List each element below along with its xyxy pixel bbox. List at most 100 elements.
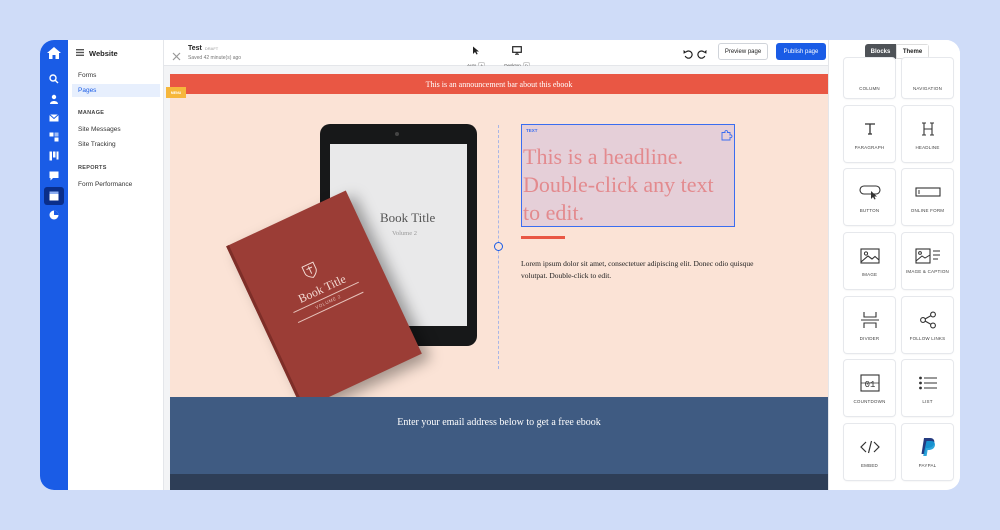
block-follow-links[interactable]: FOLLOW LINKS <box>902 297 953 353</box>
app-window: Website Forms Pages MANAGE Site Messages… <box>40 40 960 490</box>
icon-rail <box>40 40 68 490</box>
home-icon[interactable] <box>45 45 63 61</box>
search-icon[interactable] <box>47 72 61 86</box>
share-icon <box>902 309 953 331</box>
tab-theme[interactable]: Theme <box>896 44 929 59</box>
paragraph-icon <box>844 118 895 140</box>
sidebar-item-pages[interactable]: Pages <box>72 84 160 97</box>
tab-blocks[interactable]: Blocks <box>865 44 896 59</box>
block-label: COLUMN <box>859 86 880 91</box>
section-manage: MANAGE <box>78 110 105 116</box>
block-label: EMBED <box>860 463 878 468</box>
sidebar-item-site-messages[interactable]: Site Messages <box>72 123 160 136</box>
section-reports: REPORTS <box>78 165 107 171</box>
divider-icon <box>844 309 895 331</box>
draft-badge: DRAFT <box>204 46 219 51</box>
website-menu-icon <box>76 48 84 58</box>
block-online-form[interactable]: ONLINE FORM <box>902 169 953 225</box>
reports-icon[interactable] <box>47 208 61 222</box>
headline[interactable]: This is a headline. Double-click any tex… <box>523 143 735 227</box>
headline-text-block[interactable]: TEXT This is a headline. Double-click an… <box>521 124 735 227</box>
block-label: COUNTDOWN <box>853 399 886 404</box>
footer-section[interactable] <box>170 474 828 490</box>
block-column[interactable]: COLUMN <box>844 58 895 98</box>
viewport-auto-button[interactable]: AutoA <box>456 42 496 69</box>
cursor-icon <box>473 46 479 55</box>
blocks-panel: Blocks Theme COLUMN NAVIGATION PARAGRAPH… <box>828 40 960 490</box>
cta-section[interactable]: Enter your email address below to get a … <box>170 397 828 474</box>
block-label: PARAGRAPH <box>854 145 885 150</box>
pipeline-icon[interactable] <box>47 149 61 163</box>
text-block-tag: TEXT <box>526 128 538 133</box>
list-icon <box>902 372 953 394</box>
block-label: HEADLINE <box>915 145 940 150</box>
block-countdown[interactable]: 01 COUNTDOWN <box>844 360 895 416</box>
block-label: ONLINE FORM <box>910 208 945 213</box>
block-label: BUTTON <box>859 208 880 213</box>
sidebar-item-forms[interactable]: Forms <box>72 69 160 82</box>
desktop-icon <box>512 46 522 55</box>
block-list[interactable]: LIST <box>902 360 953 416</box>
contacts-icon[interactable] <box>47 92 61 106</box>
cta-text[interactable]: Enter your email address below to get a … <box>170 417 828 428</box>
sidebar-item-site-tracking[interactable]: Site Tracking <box>72 138 160 151</box>
book-cover-title: Book Title <box>295 271 349 306</box>
preview-page-button[interactable]: Preview page <box>718 43 768 60</box>
image-icon <box>844 245 895 267</box>
undo-icon[interactable] <box>683 46 693 59</box>
puzzle-icon[interactable] <box>721 128 733 141</box>
publish-page-button[interactable]: Publish page <box>776 43 826 60</box>
body-paragraph[interactable]: Lorem ipsum dolor sit amet, consectetuer… <box>521 258 771 282</box>
block-label: DIVIDER <box>859 336 880 341</box>
panel-tabs: Blocks Theme <box>865 44 929 59</box>
block-paypal[interactable]: PAYPAL <box>902 424 953 480</box>
code-icon <box>844 436 895 458</box>
block-label: IMAGE <box>861 272 878 277</box>
countdown-icon: 01 <box>844 372 895 394</box>
website-icon[interactable] <box>44 187 64 205</box>
block-button[interactable]: BUTTON <box>844 169 895 225</box>
page-canvas: This is an announcement bar about this e… <box>164 66 828 490</box>
sidebar-item-form-performance[interactable]: Form Performance <box>72 178 160 191</box>
headline-icon <box>902 118 953 140</box>
website-sidebar: Website Forms Pages MANAGE Site Messages… <box>68 40 164 490</box>
block-label: PAYPAL <box>918 463 937 468</box>
headline-accent-bar <box>521 236 565 239</box>
redo-icon[interactable] <box>697 46 707 59</box>
sidebar-header-label: Website <box>89 48 118 58</box>
automation-icon[interactable] <box>47 130 61 144</box>
saved-status: Saved 42 minute(s) ago <box>188 55 242 61</box>
block-label: LIST <box>922 399 933 404</box>
paypal-icon <box>902 436 953 458</box>
tablet-book-title: Book Title <box>380 210 436 225</box>
block-label: IMAGE & CAPTION <box>905 269 949 274</box>
hero-section[interactable]: Book Title Volume 2 Book Title VOLUME 2 … <box>170 94 828 410</box>
block-embed[interactable]: EMBED <box>844 424 895 480</box>
block-image[interactable]: IMAGE <box>844 233 895 289</box>
svg-text:01: 01 <box>864 380 875 390</box>
block-navigation[interactable]: NAVIGATION <box>902 58 953 98</box>
conversations-icon[interactable] <box>47 169 61 183</box>
announcement-bar[interactable]: This is an announcement bar about this e… <box>170 74 828 94</box>
mail-icon[interactable] <box>47 111 61 125</box>
sidebar-header: Website <box>68 40 163 66</box>
tablet-camera <box>395 132 399 136</box>
column-resize-handle[interactable] <box>494 242 503 251</box>
tablet-book-volume: Volume 2 <box>392 230 417 237</box>
block-label: FOLLOW LINKS <box>909 336 946 341</box>
block-label: NAVIGATION <box>912 86 943 91</box>
button-icon <box>844 181 895 203</box>
viewport-desktop-button[interactable]: DesktopD <box>497 42 537 69</box>
crest-icon <box>301 261 320 281</box>
editor-topbar: TestDRAFT Saved 42 minute(s) ago AutoA D… <box>164 40 828 69</box>
block-headline[interactable]: HEADLINE <box>902 106 953 162</box>
page-title-text: Test <box>188 45 202 52</box>
close-icon[interactable] <box>172 48 181 61</box>
block-paragraph[interactable]: PARAGRAPH <box>844 106 895 162</box>
block-image-caption[interactable]: IMAGE & CAPTION <box>902 233 953 289</box>
page-title[interactable]: Test DRAFT <box>188 45 218 52</box>
image-caption-icon <box>902 245 953 267</box>
form-icon <box>902 181 953 203</box>
menu-ribbon[interactable]: MENU <box>166 87 186 98</box>
block-divider[interactable]: DIVIDER <box>844 297 895 353</box>
